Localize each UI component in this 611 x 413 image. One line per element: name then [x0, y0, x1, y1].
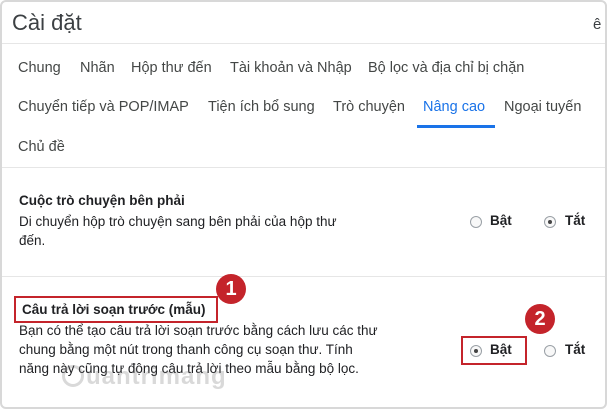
tab-forwarding-pop-imap[interactable]: Chuyển tiếp và POP/IMAP	[18, 99, 189, 115]
active-tab-indicator	[417, 125, 495, 128]
settings-panel: Cài đặt ê Chung Nhãn Hộp thư đến Tài kho…	[0, 0, 607, 409]
tab-general[interactable]: Chung	[18, 60, 61, 76]
watermark-logo-icon	[62, 365, 84, 387]
header-divider	[2, 43, 605, 44]
canned-off-radio[interactable]	[544, 345, 556, 357]
chat-off-label[interactable]: Tắt	[565, 213, 585, 228]
canned-on-label[interactable]: Bật	[490, 342, 512, 357]
tab-filters-blocked[interactable]: Bộ lọc và địa chỉ bị chặn	[368, 60, 524, 76]
tab-accounts-import[interactable]: Tài khoản và Nhập	[230, 60, 352, 76]
canned-off-label[interactable]: Tắt	[565, 342, 585, 357]
section-divider	[2, 276, 605, 277]
tab-inbox[interactable]: Hộp thư đến	[131, 60, 212, 76]
watermark-text: uantrimang	[86, 363, 227, 390]
tab-chat[interactable]: Trò chuyện	[333, 99, 405, 115]
setting-chat-description: Di chuyển hộp trò chuyện sang bên phải c…	[19, 214, 337, 248]
title-overflow-text: ê	[593, 16, 602, 33]
tab-offline[interactable]: Ngoại tuyến	[504, 99, 581, 115]
tab-addons[interactable]: Tiện ích bổ sung	[208, 99, 315, 115]
canned-on-radio[interactable]	[470, 345, 482, 357]
setting-chat-title: Cuộc trò chuyện bên phải	[19, 193, 185, 208]
tab-advanced[interactable]: Nâng cao	[423, 99, 485, 115]
tab-labels[interactable]: Nhãn	[80, 60, 115, 76]
annotation-marker-1: 1	[216, 274, 246, 304]
annotation-box-title	[14, 296, 218, 323]
chat-on-label[interactable]: Bật	[490, 213, 512, 228]
chat-on-radio[interactable]	[470, 216, 482, 228]
tab-themes[interactable]: Chủ đề	[18, 139, 65, 155]
chat-off-radio[interactable]	[544, 216, 556, 228]
tabs-divider	[2, 167, 605, 168]
page-title: Cài đặt	[12, 10, 82, 35]
annotation-marker-2: 2	[525, 304, 555, 334]
